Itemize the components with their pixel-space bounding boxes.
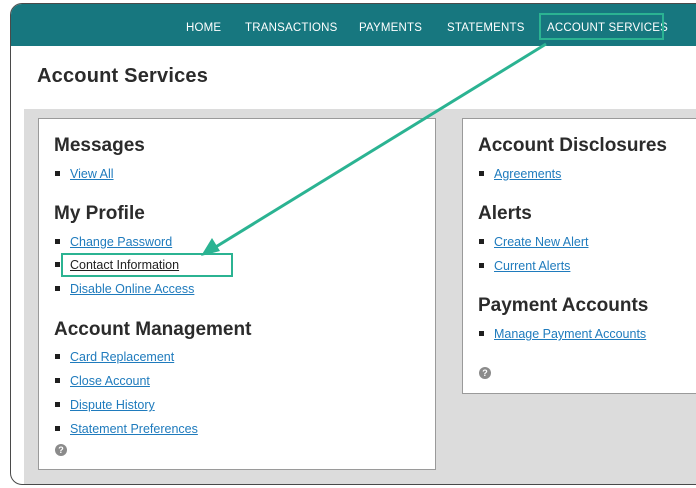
arrow-head [201, 238, 220, 256]
arrow-shaft [213, 42, 547, 250]
screenshot-frame: HOME TRANSACTIONS PAYMENTS STATEMENTS AC… [10, 3, 696, 485]
annotation-arrow [201, 42, 547, 256]
